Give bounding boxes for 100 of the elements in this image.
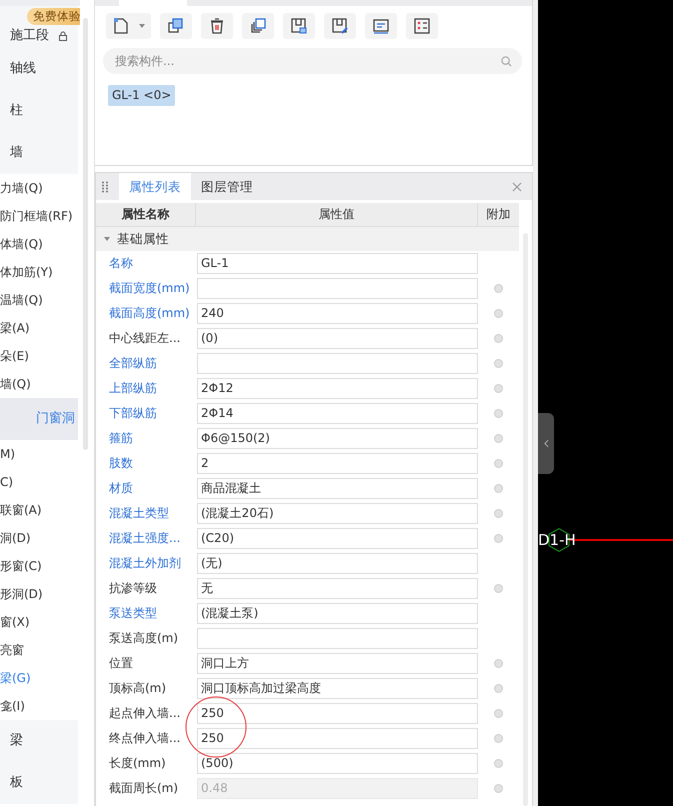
- attach-radio[interactable]: [494, 359, 503, 368]
- property-name: 混凝土强度...: [108, 530, 182, 547]
- copy-icon: [167, 17, 185, 35]
- value-field[interactable]: 250: [197, 703, 478, 724]
- attach-radio[interactable]: [494, 734, 503, 743]
- value-field[interactable]: (0): [197, 328, 478, 349]
- property-name: 全部纵筋: [108, 355, 158, 372]
- sidebar-item[interactable]: 窗(X): [0, 608, 80, 636]
- attach-radio[interactable]: [494, 434, 503, 443]
- sidebar-item[interactable]: 体墙(Q): [0, 230, 80, 258]
- value-field[interactable]: 无: [197, 578, 478, 599]
- property-name: 泵送高度(m): [108, 630, 180, 647]
- toolbar-button[interactable]: [160, 13, 192, 39]
- sidebar-item[interactable]: 龛(I): [0, 692, 80, 720]
- annotation-circle: [185, 696, 247, 758]
- attach-radio[interactable]: [494, 659, 503, 668]
- value-field[interactable]: [197, 278, 478, 299]
- property-name: 肢数: [108, 455, 134, 472]
- value-field[interactable]: 2: [197, 453, 478, 474]
- value-field[interactable]: 洞口顶标高加过梁高度: [197, 678, 478, 699]
- toolbar-button[interactable]: [324, 13, 356, 39]
- sidebar-item[interactable]: 形窗(C): [0, 552, 80, 580]
- value-field[interactable]: GL-1: [197, 253, 478, 274]
- attach-radio[interactable]: [494, 459, 503, 468]
- close-icon[interactable]: [512, 182, 522, 192]
- attach-radio[interactable]: [494, 309, 503, 318]
- category-item[interactable]: 轴线: [0, 48, 78, 90]
- value-field[interactable]: (混凝土泵): [197, 603, 478, 624]
- attach-radio[interactable]: [494, 509, 503, 518]
- toolbar-button[interactable]: [242, 13, 274, 39]
- toolbar-button[interactable]: [106, 13, 151, 39]
- collapse-tab[interactable]: [538, 413, 554, 474]
- list-icon: [372, 17, 390, 35]
- category-item[interactable]: 梁: [0, 720, 78, 762]
- save-icon: [290, 17, 308, 35]
- value-field[interactable]: [197, 353, 478, 374]
- sidebar-item[interactable]: C): [0, 468, 80, 496]
- value-field[interactable]: (C20): [197, 528, 478, 549]
- sidebar-item[interactable]: 温墙(Q): [0, 286, 80, 314]
- tab[interactable]: 属性列表: [119, 173, 191, 200]
- toolbar-button[interactable]: [406, 13, 438, 39]
- new-file-icon: [112, 17, 130, 35]
- delete-icon: [208, 17, 226, 35]
- value-field[interactable]: 商品混凝土: [197, 478, 478, 499]
- attach-radio[interactable]: [494, 284, 503, 293]
- sidebar-item[interactable]: 形洞(D): [0, 580, 80, 608]
- attach-radio[interactable]: [494, 409, 503, 418]
- sidebar-item[interactable]: M): [0, 440, 80, 468]
- chevron-left-icon: [544, 439, 548, 448]
- property-name: 长度(mm): [108, 755, 167, 772]
- sidebar-item[interactable]: 梁(G): [0, 664, 80, 692]
- sidebar-item[interactable]: 亮窗: [0, 636, 80, 664]
- attach-radio[interactable]: [494, 534, 503, 543]
- value-field[interactable]: 250: [197, 728, 478, 749]
- sidebar-item[interactable]: 梁(A): [0, 314, 80, 342]
- value-field[interactable]: (无): [197, 553, 478, 574]
- value-field[interactable]: [197, 628, 478, 649]
- sidebar-item[interactable]: 防门框墙(RF): [0, 202, 80, 230]
- property-name: 下部纵筋: [108, 405, 158, 422]
- column-header: 附加: [486, 206, 512, 223]
- value-field[interactable]: (500): [197, 753, 478, 774]
- value-field[interactable]: (混凝土20石): [197, 503, 478, 524]
- group-label: 基础属性: [117, 230, 169, 248]
- drawing-canvas[interactable]: D1-H: [538, 0, 673, 806]
- grip-icon[interactable]: [102, 180, 108, 192]
- group-row[interactable]: 基础属性: [96, 227, 519, 251]
- sidebar-item[interactable]: 体加筋(Y): [0, 258, 80, 286]
- delete-button[interactable]: [201, 13, 233, 39]
- category-item[interactable]: 板: [0, 762, 78, 804]
- category-item[interactable]: 墙: [0, 132, 78, 174]
- category-item[interactable]: 免费体验 施工段: [0, 6, 78, 48]
- property-name: 顶标高(m): [108, 680, 168, 697]
- property-name: 位置: [108, 655, 134, 672]
- attach-radio[interactable]: [494, 709, 503, 718]
- duplicate-icon: [249, 17, 267, 35]
- value-field[interactable]: 2Φ14: [197, 403, 478, 424]
- value-field[interactable]: 2Φ12: [197, 378, 478, 399]
- sidebar-item[interactable]: 墙(Q): [0, 370, 80, 398]
- attach-radio[interactable]: [494, 334, 503, 343]
- sidebar-item[interactable]: 联窗(A): [0, 496, 80, 524]
- toolbar-button[interactable]: [365, 13, 397, 39]
- component-item[interactable]: GL-1 <0>: [108, 85, 176, 106]
- attach-radio[interactable]: [494, 684, 503, 693]
- attach-radio[interactable]: [494, 384, 503, 393]
- attach-radio[interactable]: [494, 584, 503, 593]
- sidebar-item[interactable]: 洞(D): [0, 524, 80, 552]
- property-name: 混凝土类型: [108, 505, 170, 522]
- toolbar-button[interactable]: [283, 13, 315, 39]
- property-name: 抗渗等级: [108, 580, 158, 597]
- sidebar-item[interactable]: 力墙(Q): [0, 174, 80, 202]
- attach-radio[interactable]: [494, 484, 503, 493]
- category-item[interactable]: 柱: [0, 90, 78, 132]
- value-field[interactable]: Φ6@150(2): [197, 428, 478, 449]
- tab[interactable]: 图层管理: [191, 173, 263, 200]
- sidebar-item[interactable]: 朵(E): [0, 342, 80, 370]
- value-field[interactable]: 洞口上方: [197, 653, 478, 674]
- scrollbar[interactable]: [83, 18, 88, 450]
- search-field[interactable]: 搜索构件...: [103, 48, 522, 74]
- value-field[interactable]: 240: [197, 303, 478, 324]
- attach-radio[interactable]: [494, 759, 503, 768]
